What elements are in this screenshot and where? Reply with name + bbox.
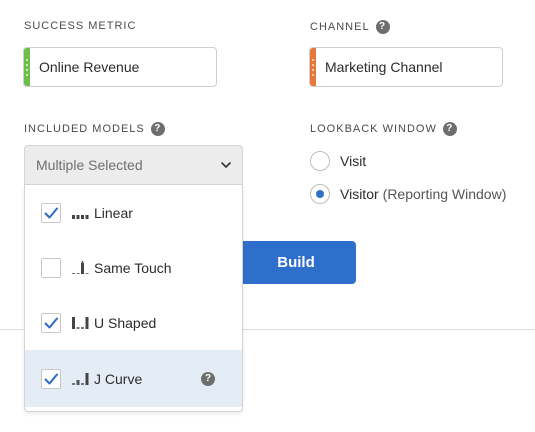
radio-option-visit[interactable]: Visit xyxy=(310,151,366,171)
channel-pill[interactable]: Marketing Channel xyxy=(309,47,503,87)
radio-label: Visitor xyxy=(340,186,379,202)
menu-item-label: Linear xyxy=(94,204,133,221)
radio-sublabel: (Reporting Window) xyxy=(382,186,507,202)
checkmark-icon xyxy=(44,207,58,218)
success-metric-pill[interactable]: Online Revenue xyxy=(23,47,217,87)
menu-item-label: U Shaped xyxy=(94,314,157,331)
channel-value: Marketing Channel xyxy=(325,59,443,75)
checkbox-same-touch[interactable] xyxy=(41,257,61,278)
success-metric-value: Online Revenue xyxy=(39,59,140,75)
menu-item-linear[interactable]: Linear xyxy=(25,185,242,240)
channel-label: CHANNEL ? xyxy=(310,20,390,34)
menu-item-u-shaped[interactable]: U Shaped xyxy=(25,295,242,350)
help-icon[interactable]: ? xyxy=(375,20,390,34)
menu-item-j-curve[interactable]: J Curve ? xyxy=(25,350,242,407)
menu-item-label: Same Touch xyxy=(94,259,172,276)
linear-model-icon xyxy=(72,214,89,219)
help-icon[interactable]: ? xyxy=(150,122,165,136)
help-icon[interactable]: ? xyxy=(442,122,457,136)
menu-item-same-touch[interactable]: Same Touch xyxy=(25,240,242,295)
radio-visitor[interactable] xyxy=(310,184,330,204)
included-models-dropdown[interactable]: Multiple Selected xyxy=(24,145,243,185)
menu-item-label: J Curve xyxy=(94,370,143,387)
checkbox-j-curve[interactable] xyxy=(41,368,61,389)
j-curve-model-icon xyxy=(72,372,89,385)
radio-visit[interactable] xyxy=(310,151,330,171)
help-icon[interactable]: ? xyxy=(201,371,215,386)
included-models-label: INCLUDED MODELS ? xyxy=(24,122,165,136)
u-shaped-model-icon xyxy=(72,316,89,329)
attribution-panel: SUCCESS METRIC Online Revenue CHANNEL ? … xyxy=(0,0,535,432)
chevron-down-icon xyxy=(221,162,231,168)
success-metric-label: SUCCESS METRIC xyxy=(24,20,137,32)
radio-option-visitor[interactable]: Visitor (Reporting Window) xyxy=(310,184,506,204)
radio-label: Visit xyxy=(340,153,367,169)
dropdown-value: Multiple Selected xyxy=(36,157,143,173)
checkbox-u-shaped[interactable] xyxy=(41,312,61,333)
lookback-window-label: LOOKBACK WINDOW ? xyxy=(310,122,457,136)
checkmark-icon xyxy=(44,317,58,328)
radio-dot xyxy=(316,190,324,198)
checkbox-linear[interactable] xyxy=(41,202,61,223)
checkmark-icon xyxy=(44,373,58,384)
included-models-menu: Linear Same Touch U Shaped J Curve ? xyxy=(24,185,243,412)
build-button[interactable]: Build xyxy=(230,241,356,284)
same-touch-model-icon xyxy=(72,260,89,274)
